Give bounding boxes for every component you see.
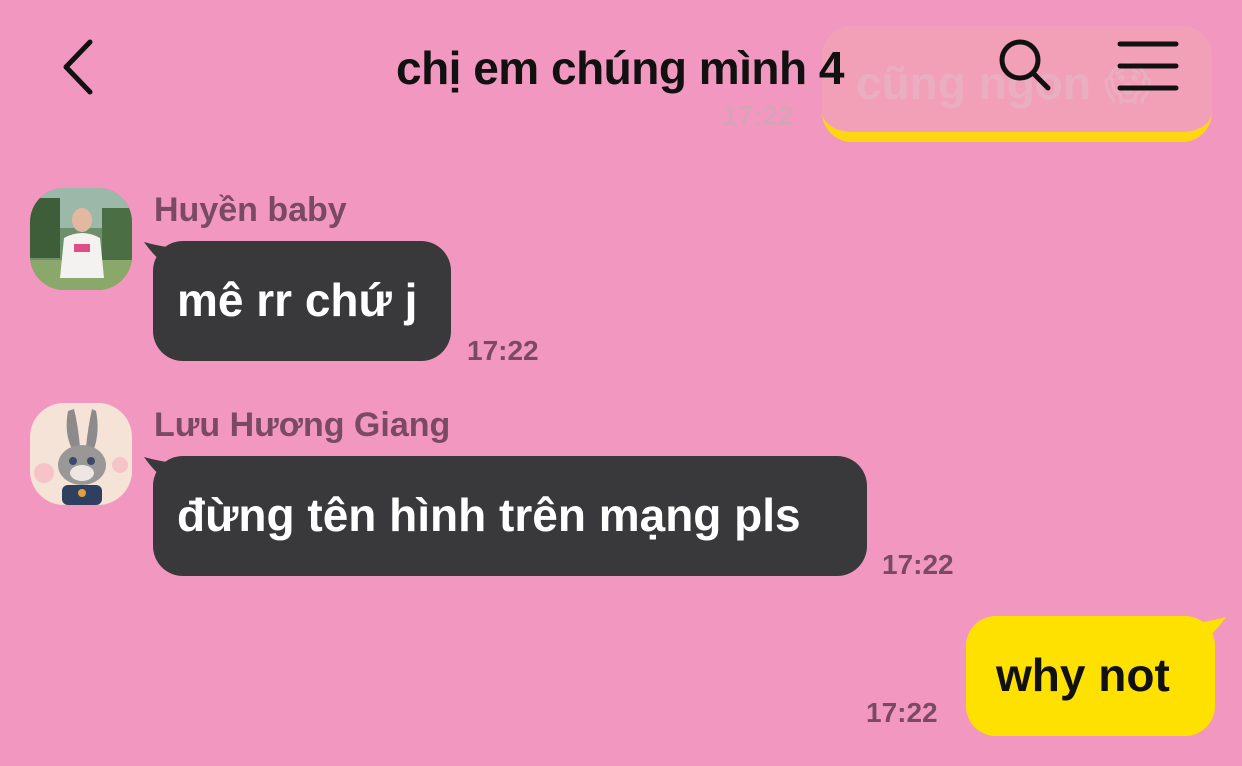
message-bubble-incoming[interactable]: đừng tên hình trên mạng pls	[153, 456, 867, 576]
sender-name: Lưu Hương Giang	[154, 406, 451, 444]
avatar-bunny-illustration	[30, 403, 132, 505]
previous-message-time: 17:22	[722, 100, 794, 131]
message-time: 17:22	[882, 549, 954, 580]
avatar-huyen-baby[interactable]	[30, 188, 132, 290]
message-bubble-incoming[interactable]: mê rr chứ j	[153, 241, 451, 361]
chevron-left-icon	[63, 39, 93, 95]
back-button[interactable]	[50, 30, 110, 100]
message-text: why not	[996, 649, 1170, 701]
bubble-tail	[1196, 617, 1226, 645]
message-bubble-outgoing[interactable]: why not	[966, 616, 1215, 736]
chat-title: chị em chúng mình 4	[395, 42, 845, 94]
sender-name: Huyền baby	[154, 191, 347, 229]
message-time: 17:22	[467, 335, 539, 366]
message-text: mê rr chứ j	[177, 274, 418, 326]
search-icon	[999, 39, 1051, 91]
message-text: đừng tên hình trên mạng pls	[177, 489, 801, 541]
avatar-photo	[30, 188, 132, 290]
message-time: 17:22	[866, 697, 938, 728]
hamburger-menu-icon	[1117, 41, 1179, 91]
search-button[interactable]	[990, 30, 1060, 100]
avatar-luu-huong-giang[interactable]	[30, 403, 132, 505]
menu-button[interactable]	[1108, 30, 1188, 100]
